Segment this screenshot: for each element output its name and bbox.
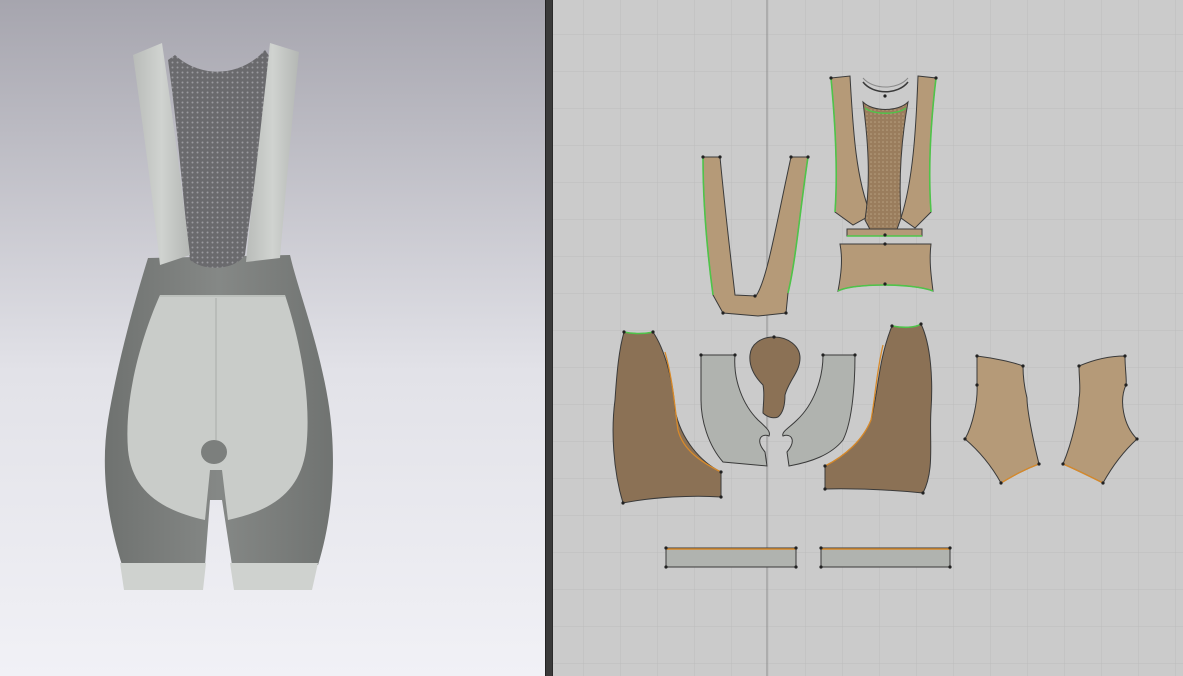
- 2d-pattern-viewport[interactable]: [553, 0, 1183, 676]
- leg-band-right[interactable]: [819, 546, 952, 569]
- leg-band-right-3d: [230, 563, 318, 590]
- view-splitter[interactable]: [545, 0, 553, 676]
- 3d-viewport[interactable]: [0, 0, 545, 676]
- leg-band-left-3d: [120, 563, 206, 590]
- waist-panel[interactable]: [837, 242, 934, 292]
- chamois-3d: [201, 440, 227, 464]
- 3d-canvas[interactable]: [0, 0, 545, 676]
- 2d-canvas[interactable]: [553, 0, 1183, 676]
- leg-band-left[interactable]: [664, 546, 798, 569]
